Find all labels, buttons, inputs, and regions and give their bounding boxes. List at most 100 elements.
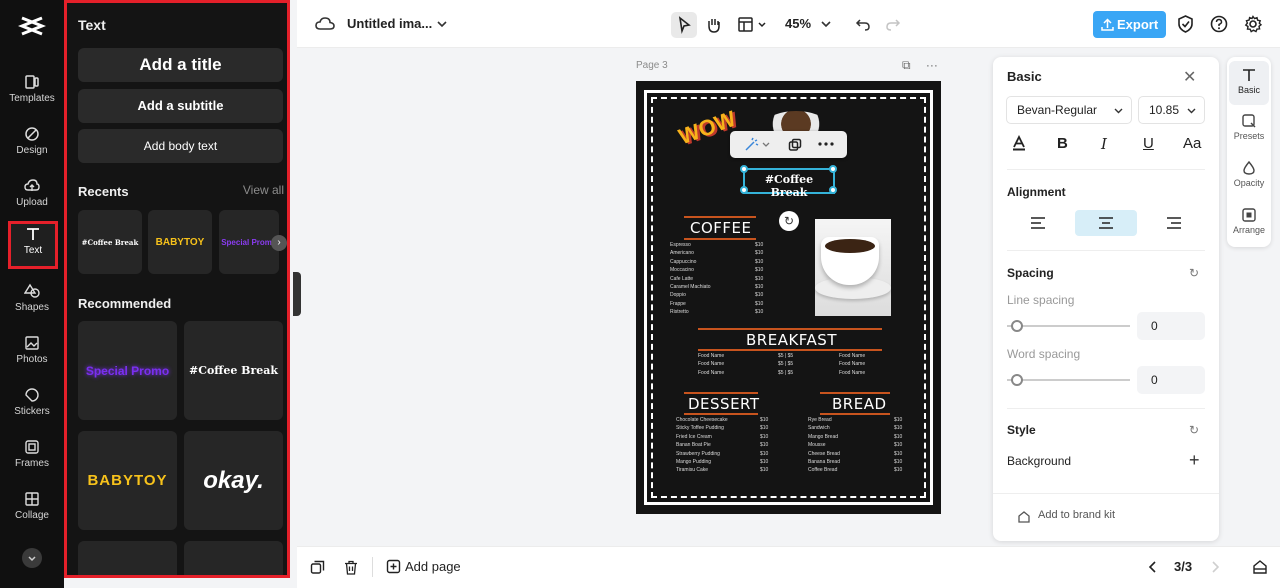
breakfast-heading[interactable]: BREAKFAST bbox=[746, 331, 837, 349]
add-background-icon[interactable]: + bbox=[1189, 450, 1200, 471]
bread-item-list[interactable]: Rye Bread Sandwich Mango Bread Mousse Ch… bbox=[808, 416, 840, 475]
line-spacing-input[interactable]: 0 bbox=[1137, 312, 1205, 340]
word-spacing-input[interactable]: 0 bbox=[1137, 366, 1205, 394]
rail-tab-presets[interactable]: Presets bbox=[1229, 107, 1269, 151]
selected-text-element[interactable]: #Coffee Break bbox=[740, 165, 837, 199]
export-button[interactable]: Export bbox=[1093, 11, 1166, 38]
breakfast-price-list[interactable]: $5 | $5 $5 | $5 $5 | $5 bbox=[778, 352, 793, 377]
resize-handle[interactable] bbox=[829, 186, 837, 194]
close-icon[interactable]: ✕ bbox=[1183, 67, 1196, 87]
recent-text-babytoy[interactable]: BABYTOY bbox=[148, 210, 212, 274]
rotate-handle[interactable]: ↻ bbox=[779, 211, 799, 231]
chevron-down-icon[interactable] bbox=[821, 19, 831, 29]
wow-sticker[interactable]: WOW bbox=[670, 105, 739, 151]
rail-item-stickers[interactable]: Stickers bbox=[0, 383, 64, 431]
recommended-babytoy[interactable]: BABYTOY bbox=[78, 431, 177, 530]
font-size-dropdown[interactable]: 10.85 bbox=[1138, 96, 1205, 124]
recommended-special-promo[interactable]: Special Promo bbox=[78, 321, 177, 420]
zoom-level[interactable]: 45% bbox=[785, 16, 811, 31]
recent-text-coffee-break[interactable]: #Coffee Break bbox=[78, 210, 142, 274]
recommended-okay[interactable]: okay. bbox=[184, 431, 283, 530]
breakfast-list-left[interactable]: Food Name Food Name Food Name bbox=[698, 352, 724, 377]
text-color-icon[interactable] bbox=[1011, 135, 1027, 151]
more-options-icon[interactable]: ··· bbox=[926, 58, 938, 72]
select-tool-button[interactable] bbox=[671, 12, 697, 38]
italic-button[interactable]: I bbox=[1101, 135, 1107, 153]
rail-item-collage[interactable]: Collage bbox=[0, 487, 64, 535]
add-subtitle-button[interactable]: Add a subtitle bbox=[78, 89, 283, 123]
recent-text-special-promo[interactable]: Special Promo bbox=[219, 210, 279, 274]
add-page-button[interactable]: Add page bbox=[405, 559, 461, 574]
resize-handle[interactable] bbox=[829, 165, 837, 173]
duplicate-icon[interactable] bbox=[788, 138, 802, 152]
rail-item-photos[interactable]: Photos bbox=[0, 331, 64, 379]
recommended-coffee-break[interactable]: #Coffee Break bbox=[184, 321, 283, 420]
coffee-item-list[interactable]: Espresso Americano Cappuccino Moccacino … bbox=[670, 241, 711, 317]
rail-item-frames[interactable]: Frames bbox=[0, 435, 64, 483]
recommended-more-2[interactable] bbox=[184, 541, 283, 575]
rail-item-templates[interactable]: Templates bbox=[0, 70, 64, 118]
panel-collapse-handle[interactable] bbox=[293, 272, 301, 316]
shield-icon[interactable] bbox=[1177, 15, 1194, 33]
line-spacing-slider[interactable] bbox=[1007, 320, 1130, 332]
reset-spacing-icon[interactable]: ↻ bbox=[1189, 266, 1199, 280]
recommended-more-1[interactable] bbox=[78, 541, 177, 575]
align-center-button[interactable] bbox=[1075, 210, 1137, 236]
add-page-icon[interactable] bbox=[386, 559, 401, 574]
hand-tool-button[interactable] bbox=[701, 12, 727, 38]
bold-button[interactable]: B bbox=[1057, 135, 1068, 152]
dessert-heading[interactable]: DESSERT bbox=[688, 395, 760, 413]
coffee-heading[interactable]: COFFEE bbox=[690, 219, 752, 237]
undo-icon[interactable] bbox=[855, 16, 871, 32]
text-case-button[interactable]: Aa bbox=[1183, 135, 1201, 152]
selected-text[interactable]: #Coffee Break bbox=[745, 173, 833, 199]
view-all-link[interactable]: View all bbox=[243, 183, 284, 197]
underline-button[interactable]: U bbox=[1143, 135, 1154, 152]
magic-edit-icon[interactable] bbox=[744, 137, 770, 152]
coffee-price-list[interactable]: $10 $10 $10 $10 $10 $10 $10 $10 $10 bbox=[755, 241, 763, 317]
rail-tab-arrange[interactable]: Arrange bbox=[1229, 201, 1269, 245]
reset-style-icon[interactable]: ↻ bbox=[1189, 423, 1199, 437]
more-options-icon[interactable] bbox=[818, 142, 834, 146]
font-family-dropdown[interactable]: Bevan-Regular bbox=[1006, 96, 1132, 124]
slider-knob[interactable] bbox=[1011, 374, 1023, 386]
add-to-brand-kit-button[interactable]: Add to brand kit bbox=[1038, 509, 1115, 521]
project-title[interactable]: Untitled ima... bbox=[347, 16, 432, 31]
trash-icon[interactable] bbox=[344, 560, 358, 575]
coffee-cup-photo[interactable] bbox=[815, 219, 891, 316]
add-body-text-button[interactable]: Add body text bbox=[78, 129, 283, 163]
resize-handle[interactable] bbox=[740, 165, 748, 173]
word-spacing-slider[interactable] bbox=[1007, 374, 1130, 386]
capcut-logo-icon[interactable] bbox=[18, 12, 46, 40]
chevron-down-icon[interactable] bbox=[437, 19, 447, 29]
cloud-icon[interactable] bbox=[315, 16, 335, 32]
rail-item-upload[interactable]: Upload bbox=[0, 174, 64, 222]
duplicate-page-icon[interactable]: ⧉ bbox=[902, 58, 911, 72]
rail-tab-basic[interactable]: Basic bbox=[1229, 61, 1269, 105]
chevron-right-icon[interactable] bbox=[1210, 560, 1220, 574]
recents-scroll-right-button[interactable]: › bbox=[271, 235, 287, 251]
help-icon[interactable] bbox=[1210, 15, 1228, 33]
duplicate-page-icon[interactable] bbox=[310, 560, 325, 575]
pages-overview-icon[interactable] bbox=[1252, 559, 1268, 575]
collapse-more-button[interactable] bbox=[22, 548, 42, 568]
menu-poster[interactable]: WOW #Coffee Break ↻ COFFEE Espresso Amer… bbox=[636, 81, 941, 514]
breakfast-list-right[interactable]: Food Name Food Name Food Name bbox=[839, 352, 865, 377]
dessert-item-list[interactable]: Chocolate Cheesecake Sticky Toffee Puddi… bbox=[676, 416, 728, 475]
layout-menu-button[interactable] bbox=[735, 12, 771, 38]
add-title-button[interactable]: Add a title bbox=[78, 48, 283, 82]
rail-tab-opacity[interactable]: Opacity bbox=[1229, 154, 1269, 198]
bread-price-list[interactable]: $10 $10 $10 $10 $10 $10 $10 bbox=[894, 416, 902, 475]
dessert-price-list[interactable]: $10 $10 $10 $10 $10 $10 $10 bbox=[760, 416, 768, 475]
align-left-button[interactable] bbox=[1007, 210, 1069, 236]
chevron-left-icon[interactable] bbox=[1148, 560, 1158, 574]
slider-knob[interactable] bbox=[1011, 320, 1023, 332]
redo-icon[interactable] bbox=[885, 16, 901, 32]
rail-item-shapes[interactable]: Shapes bbox=[0, 279, 64, 327]
rail-item-text[interactable]: Text bbox=[8, 221, 58, 269]
resize-handle[interactable] bbox=[740, 186, 748, 194]
align-right-button[interactable] bbox=[1143, 210, 1205, 236]
rail-item-design[interactable]: Design bbox=[0, 122, 64, 170]
bread-heading[interactable]: BREAD bbox=[832, 395, 887, 413]
settings-gear-icon[interactable] bbox=[1244, 15, 1262, 33]
